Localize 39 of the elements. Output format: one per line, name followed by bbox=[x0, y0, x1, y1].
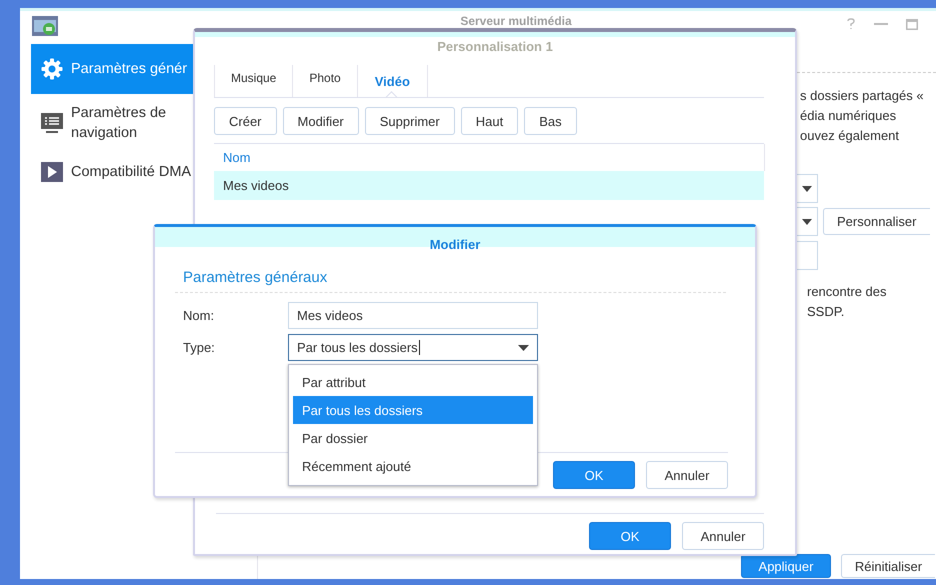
column-header[interactable]: Nom bbox=[214, 150, 250, 165]
dropdown-option[interactable]: Par attribut bbox=[293, 368, 533, 396]
list-screen-icon bbox=[41, 113, 63, 133]
dialog-title: Personnalisation 1 bbox=[436, 38, 554, 56]
description-text: s dossiers partagés « bbox=[800, 87, 925, 105]
dropdown-option[interactable]: Par dossier bbox=[293, 424, 533, 452]
film-app-icon bbox=[32, 16, 58, 36]
section-title: Paramètres généraux bbox=[175, 269, 726, 293]
cancel-button[interactable]: Annuler bbox=[646, 461, 728, 489]
caret-icon bbox=[518, 344, 529, 350]
toolbar-button[interactable]: Modifier bbox=[282, 107, 359, 135]
help-icon[interactable] bbox=[846, 18, 856, 30]
description-text: ouvez également bbox=[800, 127, 900, 145]
tab[interactable]: Musique bbox=[214, 65, 292, 97]
window-title: Serveur multimédia bbox=[459, 14, 573, 28]
description-text: édia numériques bbox=[800, 107, 898, 125]
cancel-button[interactable]: Annuler bbox=[682, 522, 764, 550]
field-label: Type: bbox=[182, 340, 216, 355]
toolbar-button[interactable]: Créer bbox=[214, 107, 277, 135]
caret-icon bbox=[802, 186, 812, 192]
field-label: Nom: bbox=[182, 308, 216, 323]
toolbar-button[interactable]: Bas bbox=[524, 107, 577, 135]
type-dropdown[interactable]: Par tous les dossiers bbox=[288, 334, 538, 361]
toolbar-button[interactable]: Haut bbox=[460, 107, 518, 135]
dialog-title: Modifier bbox=[430, 237, 480, 253]
tab[interactable]: Photo bbox=[292, 65, 357, 97]
dropdown-option[interactable]: Récemment ajouté bbox=[293, 452, 533, 480]
customize-button[interactable]: Personnaliser bbox=[823, 208, 930, 235]
toolbar-button[interactable]: Supprimer bbox=[364, 107, 455, 135]
maximize-icon[interactable] bbox=[906, 18, 918, 30]
name-field[interactable]: Mes videos bbox=[288, 302, 538, 329]
note-text: SSDP. bbox=[807, 303, 846, 321]
table-row[interactable]: Mes videos bbox=[214, 171, 764, 200]
reset-button[interactable]: Réinitialiser bbox=[841, 554, 935, 578]
play-icon bbox=[41, 162, 63, 182]
minimize-icon[interactable] bbox=[874, 23, 888, 25]
caret-icon bbox=[802, 218, 812, 224]
note-text: rencontre des bbox=[807, 283, 888, 301]
gear-icon bbox=[41, 58, 63, 80]
